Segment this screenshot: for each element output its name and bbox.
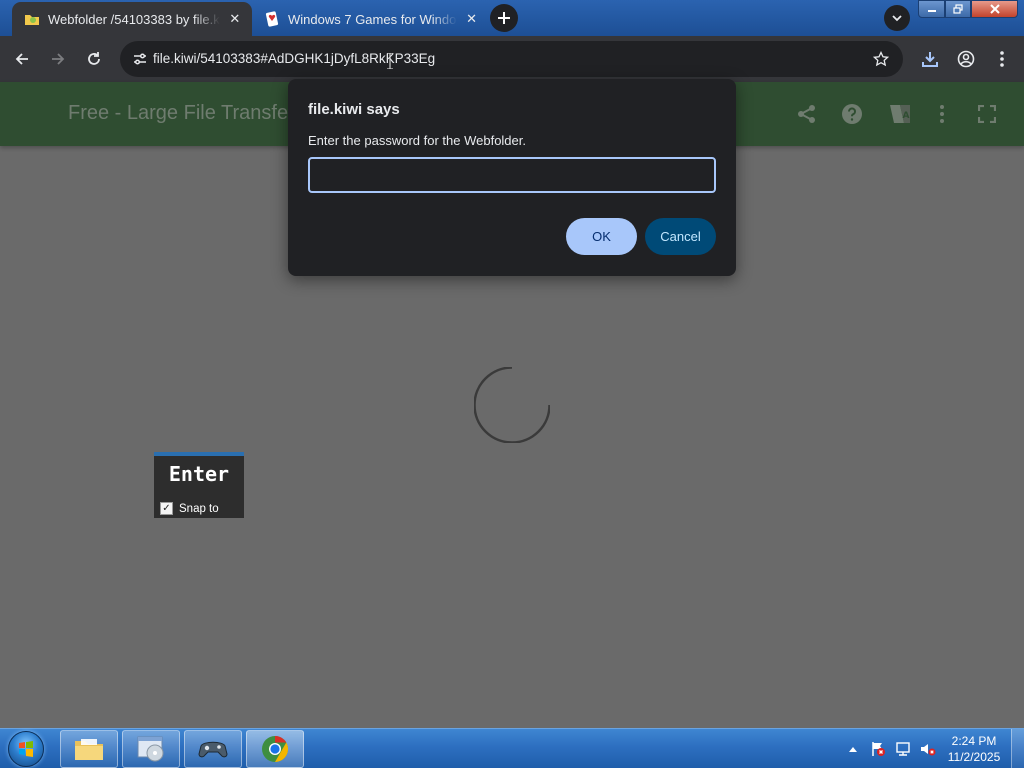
app-title: Free - Large File Transfer <box>68 102 295 124</box>
windows-taskbar: 2:24 PM 11/2/2025 <box>0 728 1024 768</box>
chrome-icon <box>262 735 289 763</box>
taskbar-game[interactable] <box>184 730 242 768</box>
tab-title: Windows 7 Games for Windows 10 <box>288 11 457 27</box>
restore-icon <box>953 4 963 14</box>
window-controls <box>918 0 1018 19</box>
share-button[interactable] <box>793 100 821 128</box>
svg-text:A: A <box>903 111 910 121</box>
snap-to-checkbox[interactable]: ✓ Snap to <box>160 502 219 515</box>
browser-toolbar: file.kiwi/54103383#AdDGHK1jDyfL8RkKP33Eg <box>0 36 1024 82</box>
tab-close-icon[interactable]: ✕ <box>226 9 244 29</box>
gamepad-icon <box>198 741 228 758</box>
system-tray <box>842 729 942 768</box>
key-label: Enter <box>168 462 230 486</box>
kiwi-folder-icon <box>24 11 40 27</box>
translate-icon: A <box>890 105 910 123</box>
new-tab-button[interactable] <box>490 4 518 32</box>
bookmark-button[interactable] <box>867 45 895 73</box>
loading-spinner <box>474 367 550 443</box>
fullscreen-button[interactable] <box>973 100 1001 128</box>
app-menu-button[interactable] <box>928 100 956 128</box>
dialog-message: Enter the password for the Webfolder. <box>308 133 526 148</box>
password-input[interactable] <box>308 157 716 193</box>
close-icon <box>989 4 1000 14</box>
show-desktop-button[interactable] <box>1011 729 1024 768</box>
taskbar-explorer[interactable] <box>60 730 118 768</box>
cancel-button[interactable]: Cancel <box>645 218 716 255</box>
share-icon <box>798 105 815 123</box>
tab-title: Webfolder /54103383 by file.kiwi <box>48 11 220 27</box>
key-overlay-widget: Enter ✓ Snap to <box>154 452 244 518</box>
folder-icon <box>75 739 103 760</box>
windows-logo-icon <box>8 731 44 767</box>
tab-search-button[interactable] <box>884 5 910 31</box>
chevron-up-icon <box>849 747 857 752</box>
reload-icon <box>88 52 100 65</box>
close-window-button[interactable] <box>971 0 1018 18</box>
network-icon[interactable] <box>892 738 914 760</box>
plus-icon <box>498 12 510 24</box>
star-icon <box>873 51 889 67</box>
minimize-button[interactable] <box>918 0 945 18</box>
help-button[interactable] <box>838 100 866 128</box>
forward-button[interactable] <box>44 45 72 73</box>
text-cursor-icon <box>387 53 393 69</box>
help-icon <box>842 104 862 124</box>
playing-card-icon <box>264 11 280 27</box>
clock-time: 2:24 PM <box>951 734 997 748</box>
reload-button[interactable] <box>80 45 108 73</box>
arrow-left-icon <box>15 53 28 65</box>
more-vert-icon <box>1000 51 1004 67</box>
browser-tabstrip: Webfolder /54103383 by file.kiwi ✕ Windo… <box>0 0 1024 36</box>
address-bar[interactable]: file.kiwi/54103383#AdDGHK1jDyfL8RkKP33Eg <box>120 41 903 77</box>
translate-button[interactable]: A <box>886 100 914 128</box>
action-center-icon[interactable] <box>867 738 889 760</box>
arrow-right-icon <box>52 53 65 65</box>
profile-button[interactable] <box>952 45 980 73</box>
tab-webfolder[interactable]: Webfolder /54103383 by file.kiwi ✕ <box>12 2 252 36</box>
site-info-button[interactable] <box>126 45 154 73</box>
download-icon <box>922 52 938 67</box>
dialog-title: file.kiwi says <box>308 101 400 118</box>
browser-menu-button[interactable] <box>988 45 1016 73</box>
fullscreen-icon <box>978 105 996 123</box>
back-button[interactable] <box>8 45 36 73</box>
snap-label: Snap to <box>179 502 219 515</box>
tab-windows-games[interactable]: Windows 7 Games for Windows 10 ✕ <box>252 2 488 36</box>
tab-close-icon[interactable]: ✕ <box>463 9 480 29</box>
tune-icon <box>134 53 146 65</box>
checkbox-checked-icon: ✓ <box>160 502 173 515</box>
system-clock[interactable]: 2:24 PM 11/2/2025 <box>940 733 1008 765</box>
ok-button[interactable]: OK <box>566 218 637 255</box>
taskbar-chrome[interactable] <box>246 730 304 768</box>
restore-button[interactable] <box>945 0 971 18</box>
minimize-icon <box>927 10 936 12</box>
volume-muted-icon[interactable] <box>917 738 939 760</box>
clock-date: 11/2/2025 <box>947 750 1001 764</box>
downloads-button[interactable] <box>916 45 944 73</box>
show-hidden-icons-button[interactable] <box>842 738 864 760</box>
chevron-down-icon <box>892 15 902 22</box>
start-button[interactable] <box>4 730 48 768</box>
password-prompt-dialog: file.kiwi says Enter the password for th… <box>288 79 736 276</box>
taskbar-control-panel[interactable] <box>122 730 180 768</box>
more-vert-icon <box>940 105 944 123</box>
account-icon <box>957 50 975 68</box>
window-cd-icon <box>137 736 164 762</box>
